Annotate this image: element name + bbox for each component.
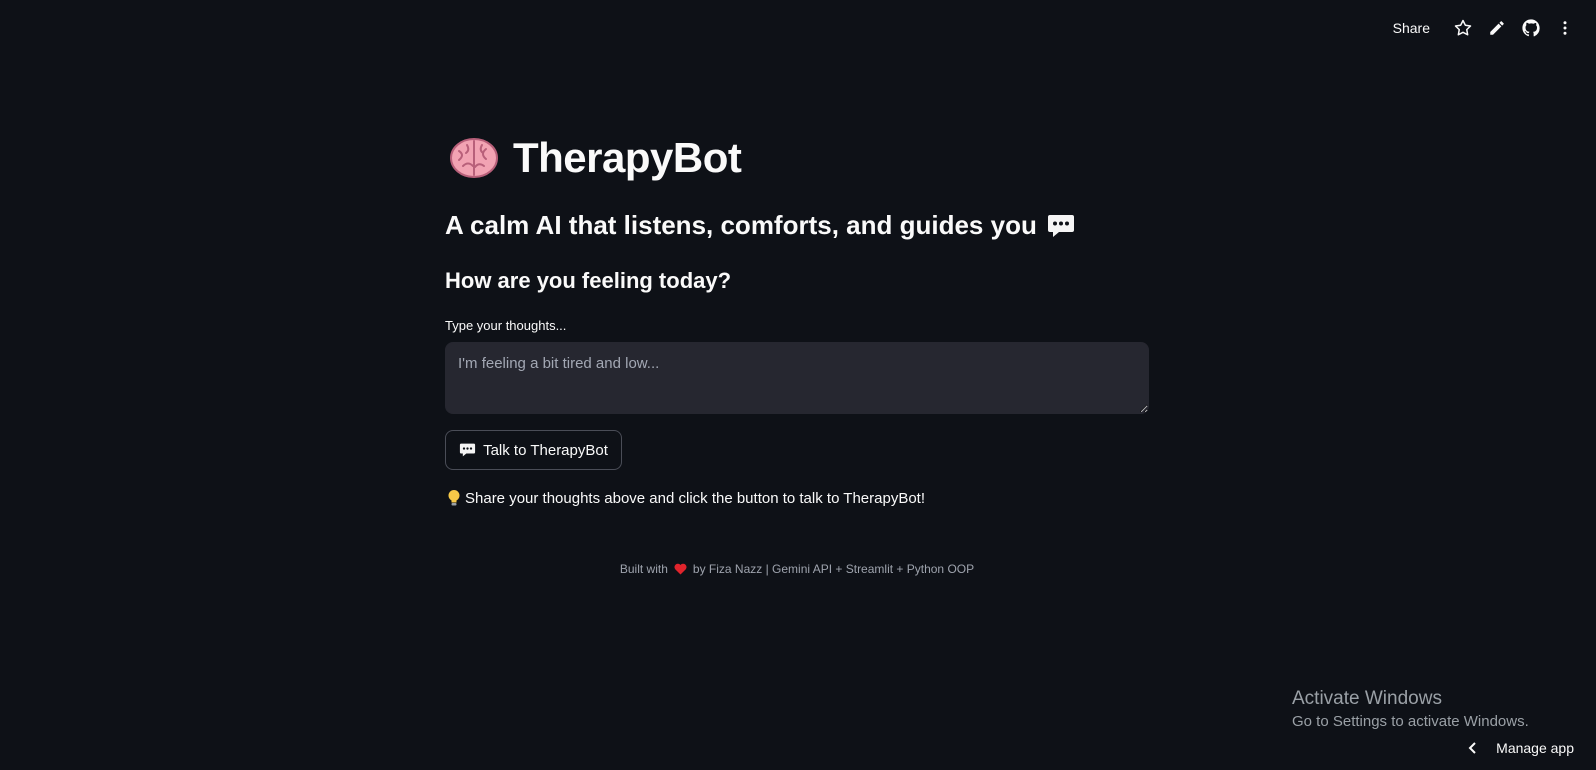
- windows-activation-watermark: Activate Windows Go to Settings to activ…: [1292, 688, 1529, 730]
- activate-title: Activate Windows: [1292, 688, 1442, 709]
- manage-app-button[interactable]: Manage app: [1468, 740, 1574, 756]
- github-button[interactable]: [1514, 11, 1548, 45]
- star-button[interactable]: [1446, 11, 1480, 45]
- hint-message: Share your thoughts above and click the …: [447, 489, 925, 507]
- brain-icon: [450, 138, 498, 178]
- feeling-heading: How are you feeling today?: [445, 268, 732, 293]
- github-icon: [1522, 19, 1540, 37]
- page-title: TherapyBot: [449, 134, 742, 182]
- star-icon: [1454, 19, 1472, 36]
- share-button[interactable]: Share: [1393, 20, 1430, 36]
- subtitle-text: A calm AI that listens, comforts, and gu…: [445, 210, 1037, 240]
- edit-button[interactable]: [1480, 11, 1514, 45]
- thoughts-input-label: Type your thoughts...: [445, 318, 567, 333]
- more-vertical-icon: [1563, 21, 1567, 35]
- subtitle: A calm AI that listens, comforts, and gu…: [445, 210, 1075, 241]
- pencil-icon: [1490, 21, 1504, 35]
- footer-suffix: by Fiza Nazz | Gemini API + Streamlit + …: [692, 562, 975, 576]
- title-text: TherapyBot: [513, 134, 742, 181]
- talk-to-therapybot-button[interactable]: Talk to TherapyBot: [445, 430, 622, 470]
- thoughts-input[interactable]: [445, 342, 1149, 414]
- activate-subtitle: Go to Settings to activate Windows.: [1292, 713, 1529, 730]
- hint-text: Share your thoughts above and click the …: [465, 489, 926, 507]
- footer-prefix: Built with: [619, 562, 668, 576]
- heart-icon: [674, 563, 687, 575]
- footer: Built with by Fiza Nazz | Gemini API + S…: [445, 562, 1149, 576]
- chevron-left-icon: [1468, 742, 1476, 754]
- main-menu-button[interactable]: [1548, 11, 1582, 45]
- app-toolbar: Share: [1393, 0, 1596, 56]
- button-label: Talk to TherapyBot: [483, 441, 608, 459]
- lightbulb-icon: [448, 490, 460, 506]
- manage-app-label: Manage app: [1496, 740, 1574, 756]
- speech-bubble-icon: [1047, 214, 1074, 237]
- speech-bubble-icon: [460, 443, 476, 457]
